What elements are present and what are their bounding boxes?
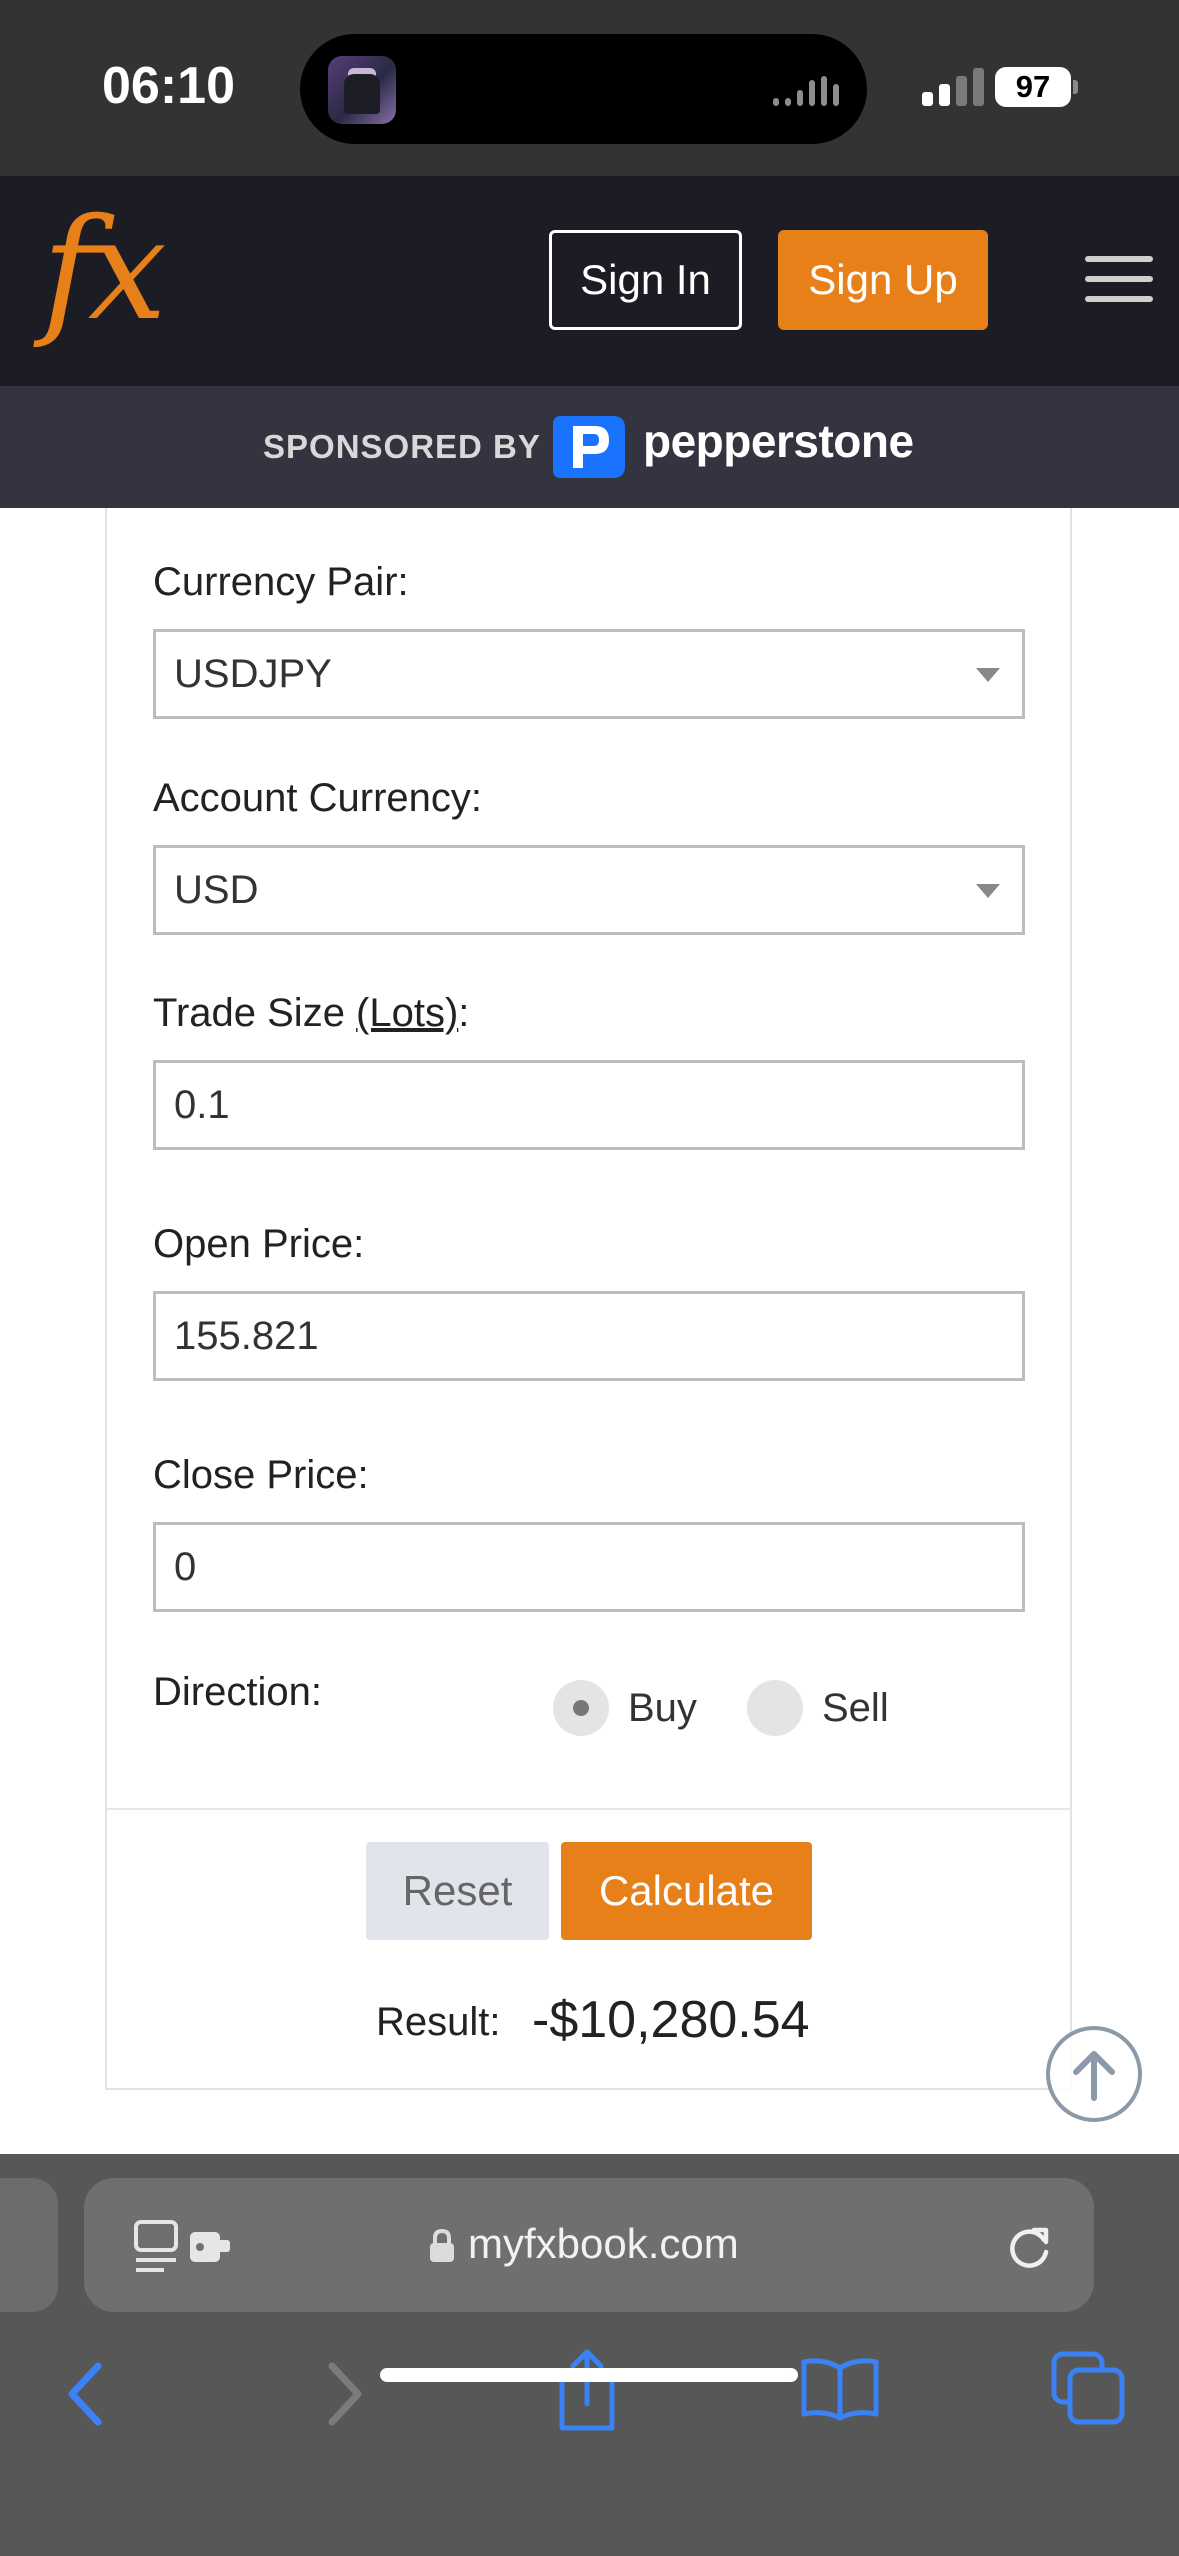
sponsored-by-text: SPONSORED BY (263, 428, 541, 465)
share-icon[interactable] (552, 2344, 622, 2434)
scroll-to-top-button[interactable] (1046, 2026, 1142, 2122)
lock-icon (430, 2228, 454, 2262)
card-divider (105, 1808, 1072, 1810)
status-bar: 06:10 97 (0, 0, 1179, 176)
status-time: 06:10 (102, 57, 235, 115)
tabs-icon[interactable] (1050, 2350, 1130, 2430)
cellular-signal-icon (922, 66, 984, 106)
sell-radio-label[interactable]: Sell (822, 1686, 889, 1731)
bookmarks-icon[interactable] (800, 2354, 880, 2424)
arrow-up-icon (1073, 2051, 1115, 2101)
address-bar[interactable]: myfxbook.com (84, 2178, 1094, 2312)
open-price-input[interactable]: 155.821 (153, 1291, 1025, 1381)
buy-radio-label[interactable]: Buy (628, 1686, 697, 1731)
chevron-down-icon (976, 884, 1000, 898)
previous-tab-peek[interactable] (0, 2178, 58, 2312)
trade-size-label-colon: : (458, 991, 470, 1035)
sponsor-brand-name: pepperstone (643, 415, 914, 467)
account-currency-select[interactable]: USD (153, 845, 1025, 935)
battery-tip (1073, 80, 1078, 94)
sponsor-banner[interactable]: SPONSORED BY pepperstone (0, 386, 1179, 508)
audio-waveform-icon (773, 72, 839, 106)
close-price-input[interactable]: 0 (153, 1522, 1025, 1612)
url-text[interactable]: myfxbook.com (468, 2220, 739, 2268)
currency-pair-label: Currency Pair: (153, 560, 409, 604)
buy-radio[interactable] (553, 1680, 609, 1736)
open-price-label: Open Price: (153, 1222, 365, 1266)
trade-size-input[interactable]: 0.1 (153, 1060, 1025, 1150)
forward-icon[interactable] (318, 2354, 368, 2434)
now-playing-thumbnail (328, 56, 396, 124)
result-label: Result: (376, 2000, 501, 2044)
currency-pair-value: USDJPY (174, 652, 332, 696)
currency-pair-select[interactable]: USDJPY (153, 629, 1025, 719)
close-price-label: Close Price: (153, 1453, 369, 1497)
direction-label: Direction: (153, 1670, 322, 1714)
pepperstone-logo-icon (553, 416, 625, 478)
trade-size-label-text: Trade Size (153, 991, 357, 1035)
reload-icon[interactable] (1002, 2218, 1058, 2274)
chevron-down-icon (976, 668, 1000, 682)
lots-link[interactable]: (Lots) (356, 991, 458, 1035)
home-indicator[interactable] (380, 2368, 798, 2382)
trade-size-label: Trade Size (Lots): (153, 991, 469, 1036)
reader-extensions-icon[interactable] (134, 2218, 244, 2278)
sign-in-button[interactable]: Sign In (549, 230, 742, 330)
browser-toolbar: myfxbook.com (0, 2154, 1179, 2556)
result-value: -$10,280.54 (532, 1991, 810, 2049)
account-currency-label: Account Currency: (153, 776, 483, 820)
hamburger-icon[interactable] (1085, 256, 1153, 304)
sell-radio[interactable] (747, 1680, 803, 1736)
site-logo[interactable]: fx (42, 196, 167, 346)
sign-up-button[interactable]: Sign Up (778, 230, 988, 330)
calculate-button[interactable]: Calculate (561, 1842, 812, 1940)
reset-button[interactable]: Reset (366, 1842, 549, 1940)
dynamic-island[interactable] (300, 34, 867, 144)
account-currency-value: USD (174, 868, 259, 912)
battery-icon: 97 (995, 67, 1071, 107)
back-icon[interactable] (62, 2354, 112, 2434)
site-header: fx Sign In Sign Up (0, 176, 1179, 386)
